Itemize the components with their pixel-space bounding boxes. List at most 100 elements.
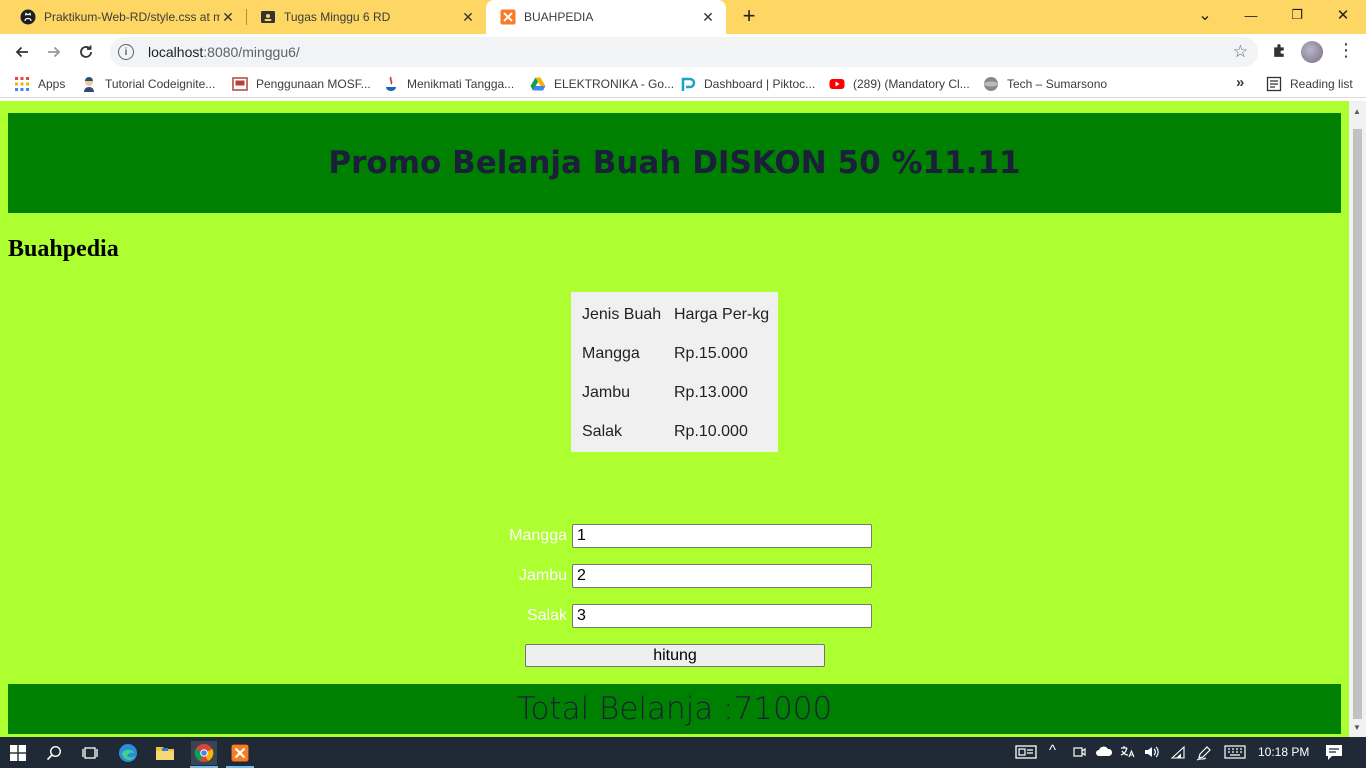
scroll-up-arrow-icon[interactable]: ▲ (1353, 107, 1361, 116)
notifications-icon[interactable] (1325, 743, 1343, 764)
bookmark-penggunaan-mosf[interactable]: Penggunaan MOSF... (232, 76, 371, 92)
close-icon[interactable]: ✕ (220, 9, 236, 25)
clock-time[interactable]: 10:18 PM (1258, 745, 1309, 759)
wifi-icon[interactable] (1170, 745, 1186, 762)
windows-start-icon[interactable] (6, 741, 30, 765)
mangga-quantity-input[interactable] (572, 524, 872, 548)
reload-button[interactable] (72, 38, 100, 66)
restore-button[interactable]: ❐ (1274, 0, 1320, 30)
jambu-quantity-input[interactable] (572, 564, 872, 588)
youtube-icon (829, 76, 845, 92)
tab-title: Praktikum-Web-RD/style.css at m (44, 10, 220, 24)
column-header-fruit: Jenis Buah (582, 306, 662, 323)
tab-search-icon[interactable]: ⌄ (1182, 0, 1228, 30)
menu-kebab-icon[interactable]: ⋮ (1337, 40, 1355, 61)
bookmark-label: Dashboard | Piktoc... (704, 77, 816, 91)
url-path: :8080/minggu6/ (203, 44, 300, 60)
volume-icon[interactable] (1144, 745, 1160, 762)
mangga-label: Mangga (509, 527, 567, 544)
page-scrollbar[interactable]: ▲ ▼ (1349, 101, 1366, 737)
form-row-salak: Salak (0, 604, 1349, 628)
column-header-price: Harga Per-kg (674, 306, 770, 323)
onedrive-cloud-icon[interactable] (1095, 745, 1113, 760)
bookmark-label: ELEKTRONIKA - Go... (554, 77, 675, 91)
url-text[interactable]: localhost:8080/minggu6/ (148, 44, 300, 60)
new-tab-button[interactable]: + (738, 5, 760, 27)
form-row-jambu: Jambu (0, 564, 1349, 588)
file-explorer-icon[interactable] (153, 741, 177, 765)
bookmark-label: (289) (Mandatory Cl... (853, 77, 970, 91)
scrollbar-thumb[interactable] (1353, 129, 1362, 719)
table-row: Salak Rp.10.000 (582, 423, 774, 443)
address-bar[interactable]: i localhost:8080/minggu6/ ☆ (110, 37, 1258, 67)
search-icon[interactable] (42, 741, 66, 765)
close-icon[interactable]: ✕ (460, 9, 476, 25)
tab-buahpedia[interactable]: BUAHPEDIA ✕ (486, 0, 726, 34)
salak-quantity-input[interactable] (572, 604, 872, 628)
scroll-down-arrow-icon[interactable]: ▼ (1353, 723, 1361, 732)
extensions-puzzle-icon[interactable] (1271, 42, 1288, 64)
windows-taskbar: ^ 10:18 PM (0, 737, 1366, 768)
task-view-icon[interactable] (78, 741, 102, 765)
chrome-icon[interactable] (191, 741, 217, 765)
hitung-button[interactable]: hitung (525, 644, 825, 667)
bookmark-elektronika[interactable]: ELEKTRONIKA - Go... (530, 76, 674, 92)
back-button[interactable] (8, 38, 36, 66)
github-icon (20, 9, 36, 25)
fruit-price: Rp.10.000 (674, 423, 748, 440)
table-row: Mangga Rp.15.000 (582, 345, 774, 365)
input-language-icon[interactable] (1119, 745, 1135, 762)
reload-icon (80, 45, 92, 58)
tray-chevron-up-icon[interactable]: ^ (1049, 742, 1056, 759)
reading-list-button[interactable]: Reading list (1266, 76, 1353, 92)
close-window-button[interactable]: ✕ (1320, 0, 1366, 30)
bookmark-tutorial-codeigniter[interactable]: Tutorial Codeignite... (81, 76, 215, 92)
classroom-icon (260, 9, 276, 25)
bookmark-star-icon[interactable]: ☆ (1233, 42, 1248, 62)
promo-heading: Promo Belanja Buah DISKON 50 %11.11 (328, 145, 1021, 181)
info-icon[interactable]: i (118, 44, 134, 60)
tab-title: BUAHPEDIA (524, 10, 594, 24)
news-widget-icon[interactable] (1015, 744, 1037, 763)
profile-avatar[interactable] (1301, 41, 1323, 63)
java-icon (383, 76, 399, 92)
fruit-name: Jambu (582, 384, 631, 401)
total-banner: Total Belanja :71000 (8, 684, 1341, 734)
bookmark-youtube-mandatory[interactable]: (289) (Mandatory Cl... (829, 76, 970, 92)
close-icon[interactable]: ✕ (700, 9, 716, 25)
minimize-button[interactable]: — (1228, 0, 1274, 30)
xampp-taskbar-icon[interactable] (228, 741, 252, 765)
salak-label: Salak (526, 607, 567, 624)
avatar-icon (81, 76, 97, 92)
bookmark-label: Apps (38, 77, 66, 91)
apps-grid-icon (14, 76, 30, 92)
price-table: Jenis Buah Harga Per-kg Mangga Rp.15.000… (571, 292, 778, 452)
more-bookmarks-chevron-icon[interactable]: » (1236, 74, 1244, 91)
bookmark-tech-sumarsono[interactable]: Tech – Sumarsono (983, 76, 1107, 92)
fruit-name: Mangga (582, 345, 640, 362)
bookmark-dashboard-piktochart[interactable]: Dashboard | Piktoc... (680, 76, 815, 92)
page-viewport: Promo Belanja Buah DISKON 50 %11.11 Buah… (0, 101, 1349, 737)
fruit-price: Rp.13.000 (674, 384, 748, 401)
reading-list-icon (1266, 76, 1282, 92)
fruit-name: Salak (582, 423, 623, 440)
table-header-row: Jenis Buah Harga Per-kg (582, 306, 774, 326)
bookmark-menikmati-tangga[interactable]: Menikmati Tangga... (383, 76, 514, 92)
tab-strip: Praktikum-Web-RD/style.css at m ✕ Tugas … (0, 0, 1366, 34)
bookmark-apps[interactable]: Apps (14, 76, 65, 92)
edge-icon[interactable] (116, 741, 140, 765)
drive-icon (530, 76, 546, 92)
back-arrow-icon (15, 46, 28, 58)
bookmark-label: Tech – Sumarsono (1007, 77, 1108, 91)
reading-list-label: Reading list (1290, 77, 1353, 91)
touch-keyboard-icon[interactable] (1224, 745, 1246, 762)
tab-github[interactable]: Praktikum-Web-RD/style.css at m ✕ (0, 0, 246, 34)
browser-toolbar: i localhost:8080/minggu6/ ☆ ⋮ (0, 34, 1366, 70)
meet-now-icon[interactable] (1072, 745, 1086, 762)
tab-tugas[interactable]: Tugas Minggu 6 RD ✕ (240, 0, 486, 34)
promo-banner: Promo Belanja Buah DISKON 50 %11.11 (8, 113, 1341, 213)
bookmark-label: Menikmati Tangga... (407, 77, 515, 91)
table-row: Jambu Rp.13.000 (582, 384, 774, 404)
forward-button[interactable] (40, 38, 68, 66)
pen-workspace-icon[interactable] (1196, 745, 1212, 764)
